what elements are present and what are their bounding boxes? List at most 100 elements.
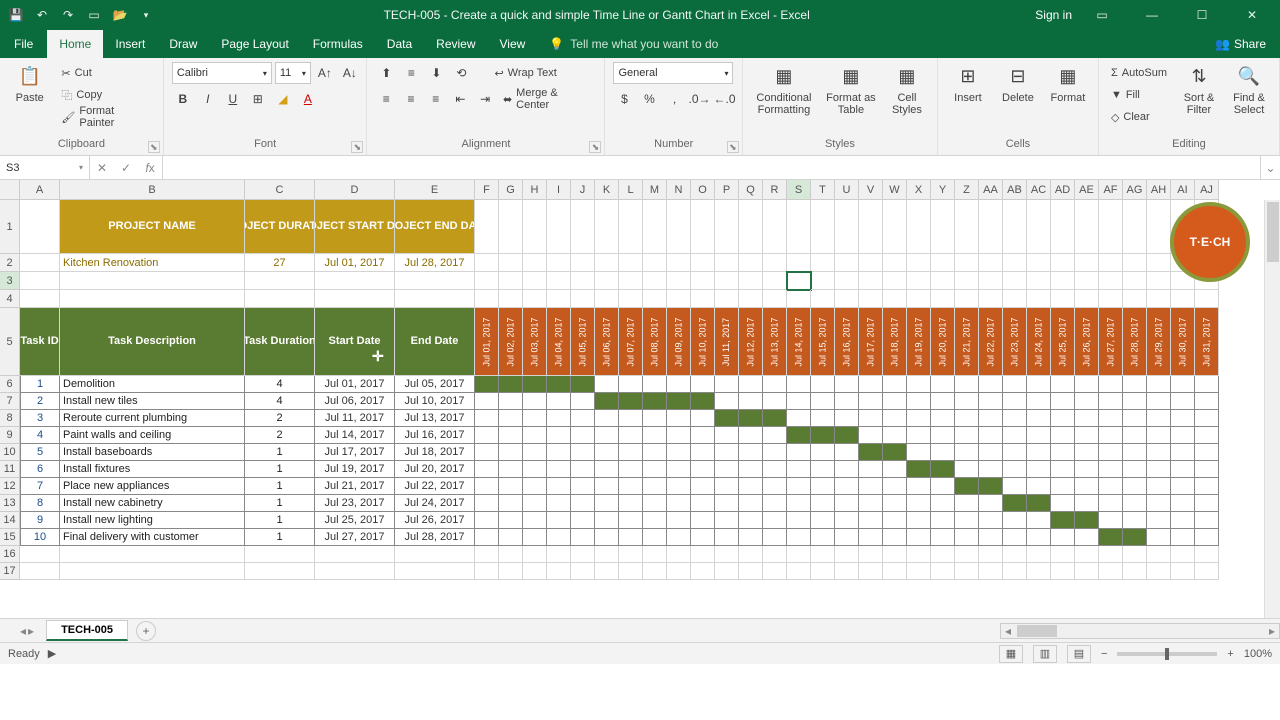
gantt-cell[interactable] — [715, 495, 739, 512]
cell[interactable] — [763, 200, 787, 254]
cell[interactable] — [835, 290, 859, 308]
project-start-header[interactable]: PROJECT START DATE — [315, 200, 395, 254]
cell[interactable] — [1099, 272, 1123, 290]
task-start[interactable]: Jul 14, 2017 — [315, 427, 395, 444]
gantt-bar[interactable] — [547, 376, 571, 393]
undo-icon[interactable]: ↶ — [30, 3, 54, 27]
gantt-cell[interactable] — [787, 512, 811, 529]
ribbon-options-icon[interactable]: ▭ — [1082, 3, 1122, 27]
gantt-cell[interactable] — [1195, 376, 1219, 393]
gantt-cell[interactable] — [1027, 427, 1051, 444]
gantt-cell[interactable] — [1075, 461, 1099, 478]
cell[interactable] — [1147, 200, 1171, 254]
column-headers[interactable]: ABCDEFGHIJKLMNOPQRSTUVWXYZAAABACADAEAFAG… — [20, 180, 1219, 200]
gantt-cell[interactable] — [739, 461, 763, 478]
gantt-cell[interactable] — [907, 393, 931, 410]
gantt-cell[interactable] — [475, 410, 499, 427]
align-top-icon[interactable]: ⬆ — [375, 62, 397, 84]
cell[interactable] — [811, 272, 835, 290]
gantt-cell[interactable] — [787, 529, 811, 546]
task-end[interactable]: Jul 18, 2017 — [395, 444, 475, 461]
cell[interactable] — [739, 200, 763, 254]
gantt-cell[interactable] — [1099, 461, 1123, 478]
gantt-cell[interactable] — [643, 478, 667, 495]
date-header[interactable]: Jul 22, 2017 — [979, 308, 1003, 376]
cell[interactable] — [811, 563, 835, 580]
add-sheet-button[interactable]: + — [136, 621, 156, 641]
cell[interactable] — [859, 563, 883, 580]
cell[interactable] — [1099, 254, 1123, 272]
col-header-B[interactable]: B — [60, 180, 245, 200]
cell[interactable] — [475, 200, 499, 254]
gantt-cell[interactable] — [1147, 478, 1171, 495]
gantt-cell[interactable] — [1195, 461, 1219, 478]
gantt-cell[interactable] — [835, 410, 859, 427]
gantt-bar[interactable] — [1123, 529, 1147, 546]
task-id[interactable]: 8 — [20, 495, 60, 512]
col-header-E[interactable]: E — [395, 180, 475, 200]
gantt-cell[interactable] — [1123, 376, 1147, 393]
project-name-header[interactable]: PROJECT NAME — [60, 200, 245, 254]
cell[interactable] — [643, 546, 667, 563]
cell[interactable] — [523, 254, 547, 272]
task-desc[interactable]: Reroute current plumbing — [60, 410, 245, 427]
gantt-cell[interactable] — [739, 393, 763, 410]
redo-icon[interactable]: ↷ — [56, 3, 80, 27]
cell[interactable] — [571, 546, 595, 563]
task-id[interactable]: 1 — [20, 376, 60, 393]
gantt-cell[interactable] — [499, 461, 523, 478]
col-header-AH[interactable]: AH — [1147, 180, 1171, 200]
gantt-cell[interactable] — [907, 512, 931, 529]
date-header[interactable]: Jul 08, 2017 — [643, 308, 667, 376]
gantt-cell[interactable] — [955, 512, 979, 529]
gantt-bar[interactable] — [715, 410, 739, 427]
task-dur[interactable]: 1 — [245, 495, 315, 512]
cell[interactable] — [643, 200, 667, 254]
gantt-cell[interactable] — [1123, 461, 1147, 478]
gantt-cell[interactable] — [1171, 444, 1195, 461]
gantt-cell[interactable] — [499, 529, 523, 546]
gantt-cell[interactable] — [1075, 427, 1099, 444]
col-header-AI[interactable]: AI — [1171, 180, 1195, 200]
cell[interactable] — [931, 254, 955, 272]
date-header[interactable]: Jul 18, 2017 — [883, 308, 907, 376]
gantt-cell[interactable] — [1075, 410, 1099, 427]
increase-indent-icon[interactable]: ⇥ — [474, 88, 496, 110]
cell[interactable] — [691, 546, 715, 563]
gantt-cell[interactable] — [667, 529, 691, 546]
gantt-cell[interactable] — [739, 512, 763, 529]
cell[interactable] — [547, 254, 571, 272]
task-dur[interactable]: 1 — [245, 444, 315, 461]
gantt-cell[interactable] — [1123, 410, 1147, 427]
increase-font-icon[interactable]: A↑ — [314, 62, 336, 84]
cell[interactable] — [475, 563, 499, 580]
row-headers[interactable]: 1234567891011121314151617 — [0, 200, 20, 580]
cell[interactable] — [395, 546, 475, 563]
cell[interactable] — [523, 546, 547, 563]
zoom-thumb[interactable] — [1165, 648, 1169, 660]
cell[interactable] — [715, 254, 739, 272]
gantt-cell[interactable] — [811, 393, 835, 410]
gantt-cell[interactable] — [739, 427, 763, 444]
gantt-cell[interactable] — [715, 512, 739, 529]
cell[interactable] — [763, 563, 787, 580]
gantt-bar[interactable] — [523, 376, 547, 393]
col-header-U[interactable]: U — [835, 180, 859, 200]
task-end[interactable]: Jul 20, 2017 — [395, 461, 475, 478]
tab-formulas[interactable]: Formulas — [301, 30, 375, 58]
gantt-cell[interactable] — [955, 376, 979, 393]
align-middle-icon[interactable]: ≡ — [400, 62, 422, 84]
date-header[interactable]: Jul 27, 2017 — [1099, 308, 1123, 376]
gantt-cell[interactable] — [835, 512, 859, 529]
gantt-cell[interactable] — [667, 376, 691, 393]
cell[interactable] — [1003, 546, 1027, 563]
gantt-cell[interactable] — [1171, 512, 1195, 529]
new-icon[interactable]: ▭ — [82, 3, 106, 27]
gantt-bar[interactable] — [955, 478, 979, 495]
cell[interactable] — [20, 563, 60, 580]
font-name-combo[interactable]: Calibri▾ — [172, 62, 272, 84]
gantt-cell[interactable] — [835, 529, 859, 546]
gantt-bar[interactable] — [643, 393, 667, 410]
gantt-cell[interactable] — [883, 393, 907, 410]
gantt-cell[interactable] — [955, 410, 979, 427]
